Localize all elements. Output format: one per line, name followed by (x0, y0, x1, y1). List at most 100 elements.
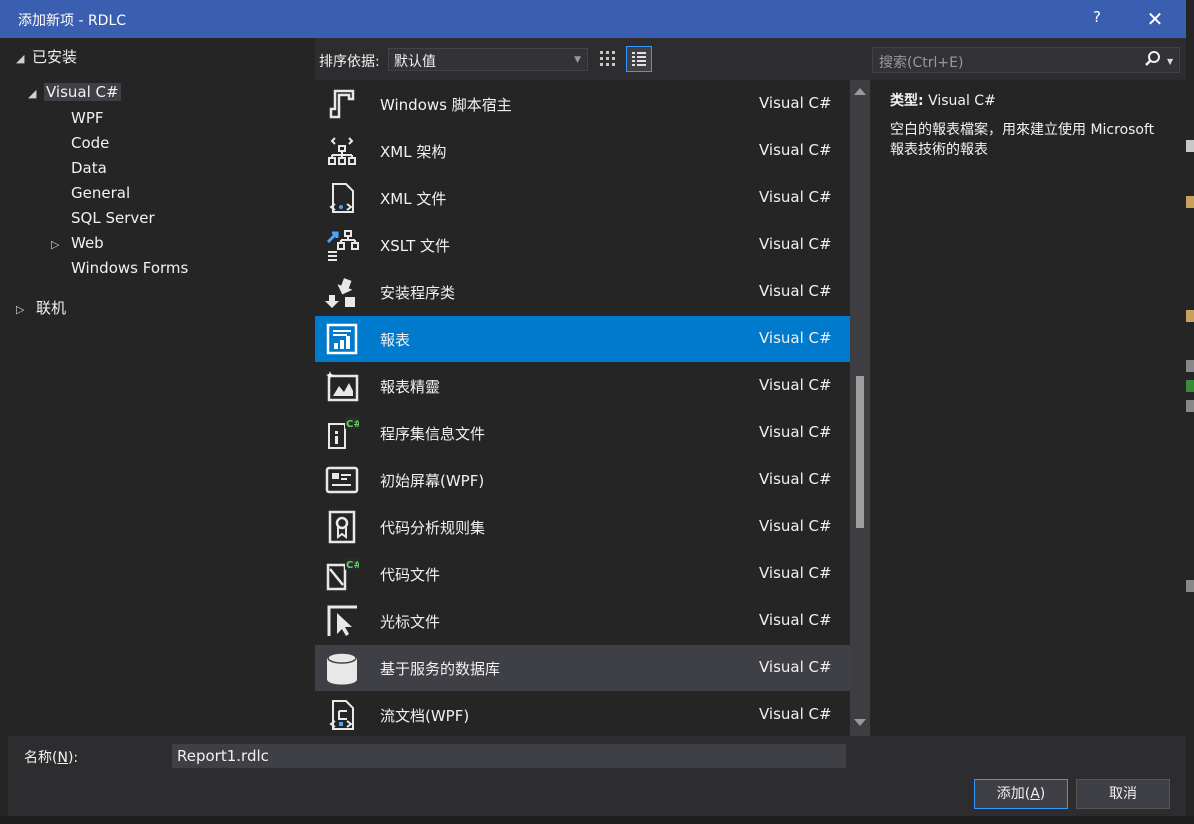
background-window-edge-bottom (0, 816, 1194, 824)
tree-node-wpf[interactable]: WPF (71, 109, 104, 133)
sort-value: 默认值 (394, 54, 436, 70)
details-panel: 类型: Visual C# 空白的報表檔案，用來建立使用 Microsoft 報… (870, 80, 1186, 736)
item-language: Visual C# (759, 94, 832, 112)
list-item[interactable]: 安装程序类 Visual C# (315, 269, 850, 315)
tree-node-sql-server[interactable]: SQL Server (71, 209, 155, 233)
list-item[interactable]: 流文档(WPF) Visual C# (315, 692, 850, 736)
name-label-text: 名称( (24, 750, 58, 766)
item-name: 初始屏幕(WPF) (380, 472, 485, 490)
chevron-down-icon: ▼ (574, 55, 581, 65)
tree-node-windows-forms[interactable]: Windows Forms (71, 259, 188, 283)
collapse-arrow-icon[interactable]: ◢ (28, 87, 44, 100)
list-view-button[interactable] (626, 46, 652, 72)
template-tree: ◢ 已安装 ◢ Visual C# WPF Code Data General SQ… (8, 38, 315, 738)
report-icon (326, 323, 358, 355)
tree-node-web[interactable]: ▷ Web (51, 234, 104, 258)
type-label: 类型: (890, 93, 924, 109)
list-item[interactable]: XSLT 文件 Visual C# (315, 222, 850, 268)
list-item[interactable]: Windows 脚本宿主 Visual C# (315, 81, 850, 127)
item-language: Visual C# (759, 705, 832, 723)
item-name: 安装程序类 (380, 284, 456, 302)
add-button[interactable]: 添加(A) (974, 779, 1068, 809)
search-input[interactable]: 搜索(Ctrl+E) (872, 47, 1180, 73)
window-title: 添加新项 - RDLC (18, 13, 127, 29)
tree-node-visual-csharp[interactable]: ◢ Visual C# (28, 83, 121, 107)
item-name: XML 架构 (380, 143, 447, 161)
add-button-suffix: ) (1039, 786, 1046, 802)
item-language: Visual C# (759, 235, 832, 253)
item-name: 基于服务的数据库 (380, 660, 501, 678)
list-item[interactable]: C# 代码文件 Visual C# (315, 551, 850, 597)
tree-node-general[interactable]: General (71, 184, 130, 208)
list-item[interactable]: C# 程序集信息文件 Visual C# (315, 410, 850, 456)
item-name: XSLT 文件 (380, 237, 451, 255)
item-name: 流文档(WPF) (380, 707, 470, 725)
item-language: Visual C# (759, 423, 832, 441)
list-item[interactable]: 光标文件 Visual C# (315, 598, 850, 644)
item-name: 報表精靈 (380, 378, 441, 396)
collapse-arrow-icon[interactable]: ◢ (16, 52, 32, 65)
help-button[interactable]: ? (1082, 8, 1112, 30)
script-host-icon (329, 89, 355, 119)
list-scrollbar[interactable] (850, 80, 870, 736)
tree-label: Data (71, 159, 107, 177)
tree-node-installed[interactable]: ◢ 已安装 (16, 46, 77, 70)
type-line: 类型: Visual C# (890, 90, 996, 110)
item-name: XML 文件 (380, 190, 447, 208)
scroll-up-arrow-icon[interactable] (854, 86, 866, 96)
database-icon (327, 652, 357, 685)
tree-label: Visual C# (44, 83, 121, 101)
list-view-icon (632, 52, 646, 66)
installer-class-icon (325, 278, 355, 308)
sort-label: 排序依据: (319, 54, 380, 70)
item-language: Visual C# (759, 188, 832, 206)
tree-node-data[interactable]: Data (71, 159, 107, 183)
search-icon[interactable] (1144, 50, 1162, 68)
tree-node-code[interactable]: Code (71, 134, 109, 158)
item-language: Visual C# (759, 611, 832, 629)
name-label: 名称(N): (24, 747, 78, 767)
item-name: Windows 脚本宿主 (380, 96, 512, 114)
grid-view-icon (600, 51, 615, 66)
cancel-button[interactable]: 取消 (1076, 779, 1170, 809)
scroll-down-arrow-icon[interactable] (854, 718, 866, 728)
report-wizard-icon (326, 371, 359, 402)
scrollbar-thumb[interactable] (856, 376, 864, 528)
item-name: 程序集信息文件 (380, 425, 486, 443)
list-item[interactable]: 報表精靈 Visual C# (315, 363, 850, 409)
expand-arrow-icon[interactable]: ▷ (16, 303, 32, 316)
tree-label: Code (71, 134, 110, 152)
item-language: Visual C# (759, 376, 832, 394)
list-item-selected[interactable]: 報表 Visual C# (315, 316, 850, 362)
title-bar: 添加新项 - RDLC ? ✕ (0, 0, 1186, 38)
add-button-label: 添加( (996, 786, 1031, 802)
list-item[interactable]: XML 文件 Visual C# (315, 175, 850, 221)
item-language: Visual C# (759, 470, 832, 488)
item-language: Visual C# (759, 141, 832, 159)
item-language: Visual C# (759, 282, 832, 300)
item-language: Visual C# (759, 517, 832, 535)
grid-view-button[interactable] (597, 48, 619, 70)
tree-node-online[interactable]: ▷ 联机 (16, 297, 66, 321)
sort-dropdown[interactable]: 默认值 ▼ (388, 48, 588, 71)
tree-label: WPF (71, 109, 104, 127)
svg-text:C#: C# (346, 419, 359, 430)
item-description: 空白的報表檔案，用來建立使用 Microsoft 報表技術的報表 (890, 122, 1155, 158)
background-window-strip (1186, 0, 1194, 824)
list-item[interactable]: 初始屏幕(WPF) Visual C# (315, 457, 850, 503)
add-new-item-dialog: 添加新项 - RDLC ? ✕ ◢ 已安装 ◢ Visual C# WPF Code… (0, 0, 1194, 824)
item-name: 代码文件 (380, 566, 441, 584)
assembly-info-icon: C# (328, 417, 359, 449)
name-field[interactable]: Report1.rdlc (172, 744, 846, 768)
tree-label: Windows Forms (71, 259, 189, 277)
search-options-chevron-icon[interactable]: ▼ (1167, 57, 1173, 66)
expand-arrow-icon[interactable]: ▷ (51, 238, 67, 251)
item-language: Visual C# (759, 329, 832, 347)
code-file-icon: C# (326, 558, 359, 591)
item-language: Visual C# (759, 658, 832, 676)
list-item-hovered[interactable]: 基于服务的数据库 Visual C# (315, 645, 850, 691)
item-language: Visual C# (759, 564, 832, 582)
list-item[interactable]: XML 架构 Visual C# (315, 128, 850, 174)
close-button[interactable]: ✕ (1138, 6, 1172, 32)
list-item[interactable]: 代码分析规则集 Visual C# (315, 504, 850, 550)
